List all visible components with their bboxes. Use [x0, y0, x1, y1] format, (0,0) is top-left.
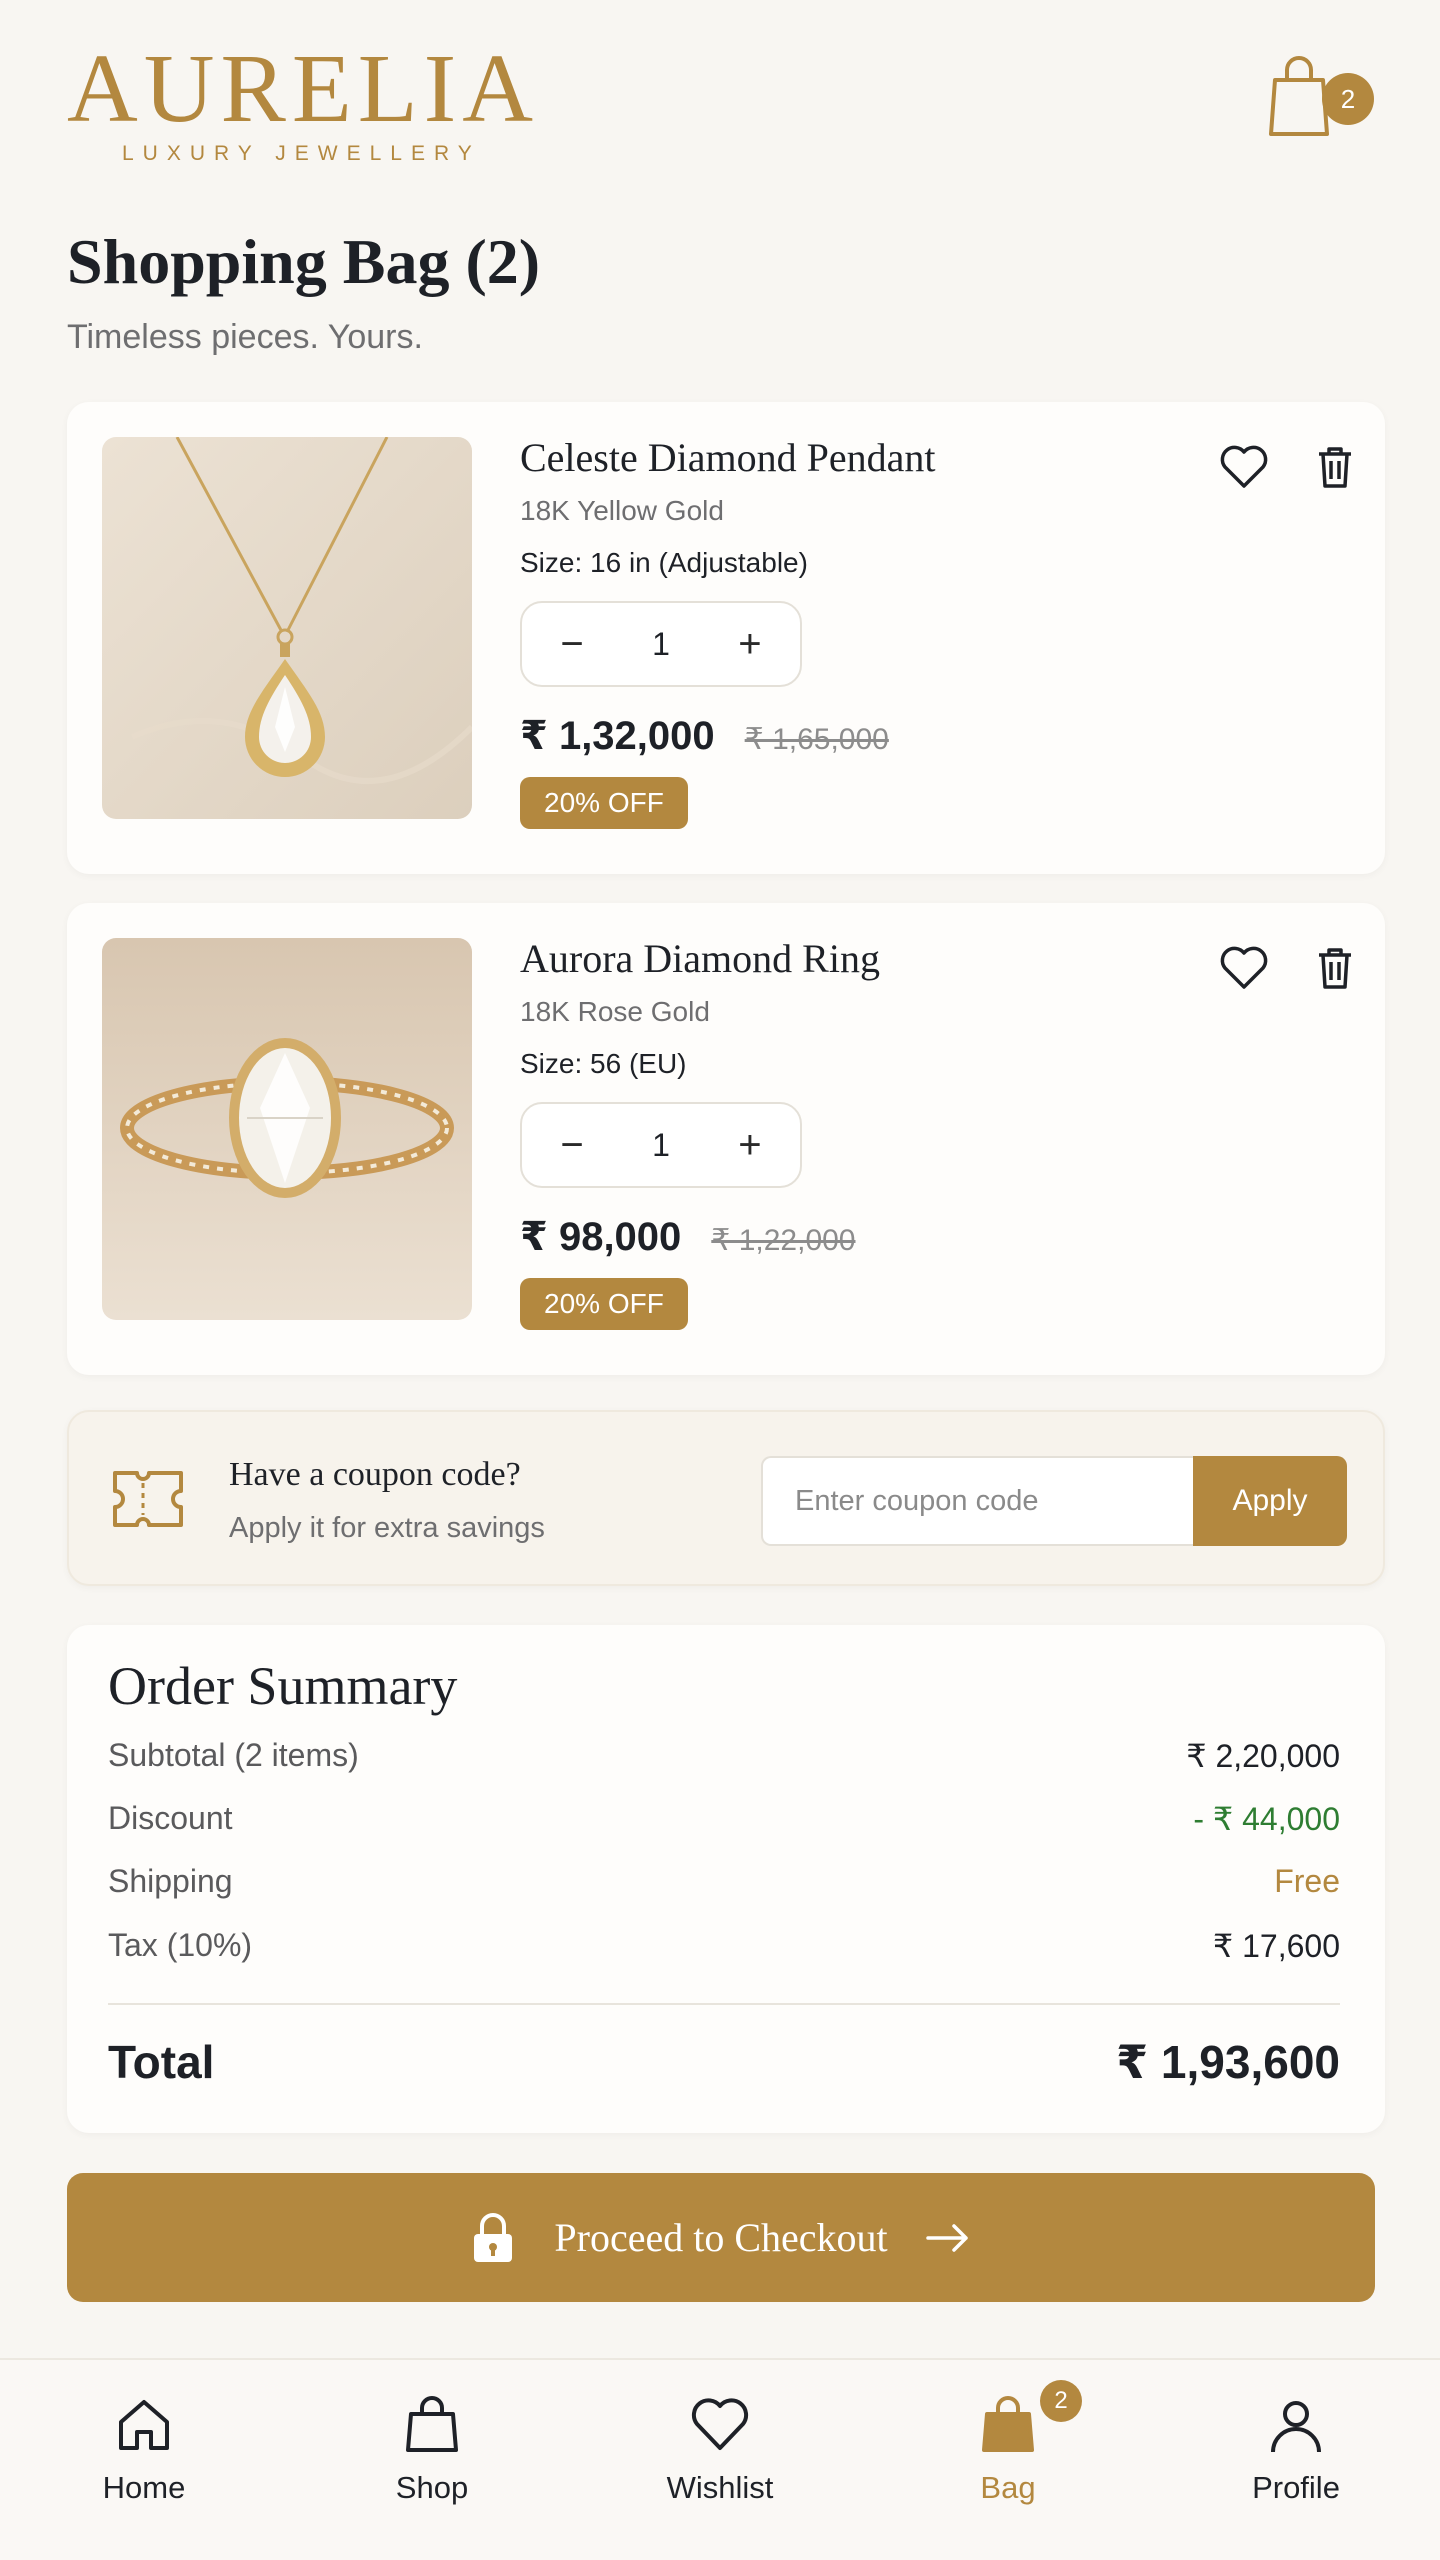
summary-label: Subtotal (2 items): [108, 1737, 359, 1773]
summary-label: Discount: [108, 1800, 233, 1836]
nav-item-bag[interactable]: 2 Bag: [864, 2360, 1152, 2560]
nav-item-profile[interactable]: Profile: [1152, 2360, 1440, 2560]
item-actions: [1219, 945, 1355, 991]
item-actions: [1219, 444, 1355, 490]
trash-icon[interactable]: [1315, 444, 1355, 490]
checkout-label: Proceed to Checkout: [554, 2215, 888, 2260]
item-info: Celeste Diamond Pendant 18K Yellow Gold …: [520, 434, 935, 829]
summary-row-subtotal: Subtotal (2 items) ₹ 2,20,000: [108, 1737, 1340, 1775]
nav-label: Home: [102, 2470, 186, 2505]
quantity-stepper: − 1 +: [520, 1102, 802, 1188]
page-subtitle: Timeless pieces. Yours.: [67, 318, 423, 356]
bag-count-badge: 2: [1322, 73, 1374, 125]
brand-name: AURELIA: [67, 35, 540, 143]
summary-row-tax: Tax (10%) ₹ 17,600: [108, 1927, 1340, 1965]
order-summary: Order Summary Subtotal (2 items) ₹ 2,20,…: [67, 1625, 1385, 2133]
nav-label: Shop: [395, 2470, 469, 2505]
summary-title: Order Summary: [108, 1656, 458, 1716]
nav-label: Bag: [980, 2470, 1036, 2505]
summary-total-row: Total ₹ 1,93,600: [108, 2035, 1340, 2089]
nav-label: Wishlist: [666, 2470, 774, 2505]
nav-item-shop[interactable]: Shop: [288, 2360, 576, 2560]
item-price: ₹ 98,000: [520, 1215, 682, 1259]
coupon-code-input[interactable]: [761, 1456, 1193, 1546]
increase-qty-button[interactable]: +: [730, 1125, 770, 1165]
item-size: Size: 16 in (Adjustable): [520, 547, 808, 578]
summary-label: Tax (10%): [108, 1927, 253, 1963]
summary-value: Free: [1274, 1863, 1340, 1899]
decrease-qty-button[interactable]: −: [552, 624, 592, 664]
nav-bag-badge: 2: [1040, 2380, 1082, 2422]
summary-label: Shipping: [108, 1863, 233, 1899]
summary-value: - ₹ 44,000: [1193, 1801, 1340, 1837]
total-value: ₹ 1,93,600: [1116, 2036, 1340, 2088]
item-original-price: ₹ 1,22,000: [711, 1224, 856, 1257]
nav-label: Profile: [1252, 2470, 1340, 2505]
proceed-to-checkout-button[interactable]: Proceed to Checkout: [67, 2173, 1375, 2302]
bottom-navigation: Home Shop Wishlist 2 Bag Profile: [0, 2358, 1440, 2560]
price-row: ₹ 1,32,000 ₹ 1,65,000: [520, 713, 935, 759]
discount-badge: 20% OFF: [520, 1278, 688, 1330]
brand-logo[interactable]: AURELIA LUXURY JEWELLERY: [67, 40, 539, 166]
item-metal: 18K Yellow Gold: [520, 495, 724, 526]
decrease-qty-button[interactable]: −: [552, 1125, 592, 1165]
apply-coupon-button[interactable]: Apply: [1193, 1456, 1347, 1546]
brand-tagline: LUXURY JEWELLERY: [122, 142, 481, 165]
summary-row-discount: Discount - ₹ 44,000: [108, 1800, 1340, 1838]
total-label: Total: [108, 2036, 215, 2088]
coupon-title: Have a coupon code?: [229, 1456, 521, 1493]
bag-icon: [982, 2396, 1034, 2452]
heart-icon[interactable]: [1219, 945, 1269, 991]
heart-icon[interactable]: [1219, 444, 1269, 490]
item-name[interactable]: Celeste Diamond Pendant: [520, 434, 935, 481]
ring-photo[interactable]: [102, 938, 472, 1320]
item-info: Aurora Diamond Ring 18K Rose Gold Size: …: [520, 935, 880, 1330]
home-icon: [119, 2400, 169, 2450]
price-row: ₹ 98,000 ₹ 1,22,000: [520, 1214, 880, 1260]
item-name[interactable]: Aurora Diamond Ring: [520, 935, 880, 982]
user-icon: [1271, 2401, 1321, 2453]
quantity-value: 1: [652, 1126, 670, 1163]
item-original-price: ₹ 1,65,000: [744, 723, 889, 756]
cart-item: Celeste Diamond Pendant 18K Yellow Gold …: [67, 402, 1385, 874]
header-bag-button[interactable]: 2: [1267, 48, 1377, 138]
trash-icon[interactable]: [1315, 945, 1355, 991]
nav-item-home[interactable]: Home: [0, 2360, 288, 2560]
arrow-right-icon: [925, 2223, 968, 2252]
item-metal: 18K Rose Gold: [520, 996, 710, 1027]
heart-icon: [691, 2398, 749, 2450]
coupon-section: Have a coupon code? Apply it for extra s…: [67, 1410, 1385, 1586]
summary-row-shipping: Shipping Free: [108, 1863, 1340, 1900]
item-size: Size: 56 (EU): [520, 1048, 687, 1079]
summary-value: ₹ 17,600: [1212, 1928, 1340, 1964]
page-title: Shopping Bag (2): [67, 226, 541, 297]
coupon-ticket-icon: [113, 1471, 183, 1527]
nav-item-wishlist[interactable]: Wishlist: [576, 2360, 864, 2560]
quantity-stepper: − 1 +: [520, 601, 802, 687]
pendant-photo[interactable]: [102, 437, 472, 819]
increase-qty-button[interactable]: +: [730, 624, 770, 664]
lock-icon: [474, 2212, 513, 2262]
app-header: AURELIA LUXURY JEWELLERY 2: [67, 40, 1377, 180]
discount-badge: 20% OFF: [520, 777, 688, 829]
coupon-subtitle: Apply it for extra savings: [229, 1512, 545, 1544]
shop-bag-icon: [406, 2396, 458, 2452]
quantity-value: 1: [652, 625, 670, 662]
cart-item: Aurora Diamond Ring 18K Rose Gold Size: …: [67, 903, 1385, 1375]
item-price: ₹ 1,32,000: [520, 714, 715, 758]
summary-value: ₹ 2,20,000: [1186, 1738, 1340, 1774]
summary-divider: [108, 2003, 1340, 2005]
